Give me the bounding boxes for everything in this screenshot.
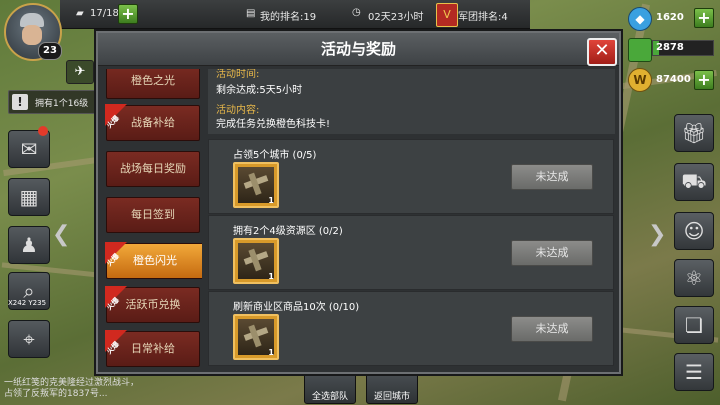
building-icon: ▦: [19, 185, 39, 209]
soldier-button[interactable]: ♟: [8, 226, 50, 264]
soldier-icon: ♟: [20, 233, 38, 257]
tab-4[interactable]: 每日签到: [106, 197, 200, 233]
activity-tab-list[interactable]: 橙色之光战备补给火爆战场每日奖励每日签到橙色闪光火爆活跃币兑换火爆日常补给火爆回…: [102, 69, 202, 369]
legion-rank[interactable]: 军团排名:4: [458, 8, 508, 23]
chat-message[interactable]: 一纸红笺的克美隆经过激烈战斗，占领了反叛军的1837号...: [4, 378, 144, 400]
reward-quantity: 1: [268, 196, 274, 205]
task-title: 刷新商业区商品10次 (0/10): [233, 302, 360, 313]
reward-item[interactable]: 1: [233, 162, 279, 208]
add-gold-button[interactable]: +: [694, 70, 714, 90]
hot-badge: 火爆: [105, 242, 127, 268]
army-icon[interactable]: ✈: [66, 60, 94, 84]
tab-label: 战场每日奖励: [120, 162, 186, 175]
task-title: 拥有2个4级资源区 (0/2): [233, 226, 343, 237]
shop-button[interactable]: ⛟: [674, 163, 714, 201]
tab-label: 活跃币兑换: [125, 298, 181, 311]
coordinates-text: X242 Y235: [8, 299, 47, 307]
player-level: 23: [38, 42, 62, 60]
reward-item[interactable]: 1: [233, 314, 279, 360]
tab-2[interactable]: 战备补给 火爆: [105, 104, 200, 141]
list-icon: ☰: [685, 360, 703, 384]
diamond-count: 1620: [656, 12, 684, 23]
select-all-label: 全选部队: [311, 392, 348, 402]
activity-info: 活动时间: 剩余达成:5天5小时 活动内容: 完成任务兑换橙色科技卡!: [208, 69, 615, 134]
activity-content-label: 活动内容:: [216, 105, 260, 116]
hot-badge: 火爆: [105, 104, 127, 130]
tab-7[interactable]: 日常补给 火爆: [105, 330, 200, 367]
diamond-icon: ◆: [628, 7, 652, 31]
tech-button[interactable]: ⚛: [674, 259, 714, 297]
buildings-button[interactable]: ▦: [8, 178, 50, 216]
activity-time-label: 活动时间:: [216, 69, 260, 80]
task-title: 占领5个城市 (0/5): [233, 150, 317, 161]
atom-icon: ⚛: [685, 266, 703, 290]
gold-count: 87400: [656, 74, 691, 85]
troops-icon: ▰: [76, 8, 84, 19]
activity-content-text: 完成任务兑换橙色科技卡!: [216, 119, 331, 130]
notification-dot: [38, 126, 48, 136]
tab-1[interactable]: 橙色之光: [106, 69, 200, 99]
notice-bar[interactable]: ! 拥有1个16级: [8, 90, 100, 114]
notice-text: 拥有1个16级: [35, 99, 89, 109]
gift-button[interactable]: 🎁︎: [674, 114, 714, 152]
reward-quantity: 1: [268, 348, 274, 357]
menu-button[interactable]: ☰: [674, 353, 714, 391]
not-achieved-button[interactable]: 未达成: [511, 164, 593, 190]
map-left-arrow-icon[interactable]: ❮: [52, 222, 70, 247]
location-button[interactable]: ⌖: [8, 320, 50, 358]
rank-icon: ▤: [246, 8, 256, 19]
alert-icon: !: [12, 94, 28, 110]
cards-icon: ❏: [685, 313, 703, 337]
cards-button[interactable]: ❏: [674, 306, 714, 344]
map-right-arrow-icon[interactable]: ❯: [648, 222, 666, 247]
tab-label: 日常补给: [131, 342, 175, 355]
task-row: 占领5个城市 (0/5) 1 未达成: [208, 139, 614, 214]
reward-item[interactable]: 1: [233, 238, 279, 284]
event-countdown: 02天23小时: [368, 12, 424, 23]
my-rank[interactable]: 我的排名:19: [260, 8, 316, 23]
troops-count: 17/18: [90, 8, 119, 19]
legion-badge-icon: V: [436, 3, 458, 27]
close-button[interactable]: ✕: [587, 38, 617, 66]
officer-icon: ☺: [683, 219, 705, 243]
not-achieved-button[interactable]: 未达成: [511, 240, 593, 266]
top-bar: ▰ 17/18 + ▤ 我的排名:19 ◷ 02天23小时 V 军团排名:4: [60, 0, 530, 29]
remaining-time: 剩余达成:5天5小时: [216, 85, 303, 96]
cash-icon: [628, 38, 652, 62]
clock-icon: ◷: [352, 7, 361, 18]
mail-icon: ✉: [20, 137, 38, 161]
gift-icon: 🎁︎: [681, 121, 707, 145]
tab-label: 橙色之光: [131, 74, 175, 87]
hot-badge: 火爆: [105, 286, 127, 312]
tab-label: 橙色闪光: [133, 254, 177, 267]
tab-5[interactable]: 橙色闪光 火爆: [105, 242, 202, 279]
return-city-label: 返回城市: [373, 392, 410, 402]
gold-icon: W: [628, 68, 652, 92]
cash-count: 2878: [656, 42, 684, 53]
hot-badge: 火爆: [105, 330, 127, 356]
modal-title: 活动与奖励: [320, 40, 396, 58]
add-diamond-button[interactable]: +: [694, 8, 714, 28]
reward-quantity: 1: [268, 272, 274, 281]
task-row: 拥有2个4级资源区 (0/2) 1 未达成: [208, 215, 614, 290]
tab-3[interactable]: 战场每日奖励: [106, 151, 200, 187]
officer-button[interactable]: ☺: [674, 212, 714, 250]
tab-label: 战备补给: [131, 116, 175, 129]
add-troops-button[interactable]: +: [118, 4, 138, 24]
task-row: 刷新商业区商品10次 (0/10) 1 未达成: [208, 291, 614, 366]
cart-icon: ⛟: [681, 168, 707, 193]
activity-modal: 活动与奖励 ✕ 橙色之光 战备补给 火爆 战场每日奖励 每日签到 橙色闪光 火爆 活跃币兑换火…: [96, 31, 621, 374]
tab-label: 每日签到: [131, 208, 175, 221]
avatar-face-icon: [22, 25, 42, 45]
activity-content: 活动时间: 剩余达成:5天5小时 活动内容: 完成任务兑换橙色科技卡! 占领5个…: [208, 69, 615, 369]
map-pin-icon: ⌖: [23, 327, 35, 351]
tab-6[interactable]: 活跃币兑换 火爆: [105, 286, 200, 323]
not-achieved-button[interactable]: 未达成: [511, 316, 593, 342]
